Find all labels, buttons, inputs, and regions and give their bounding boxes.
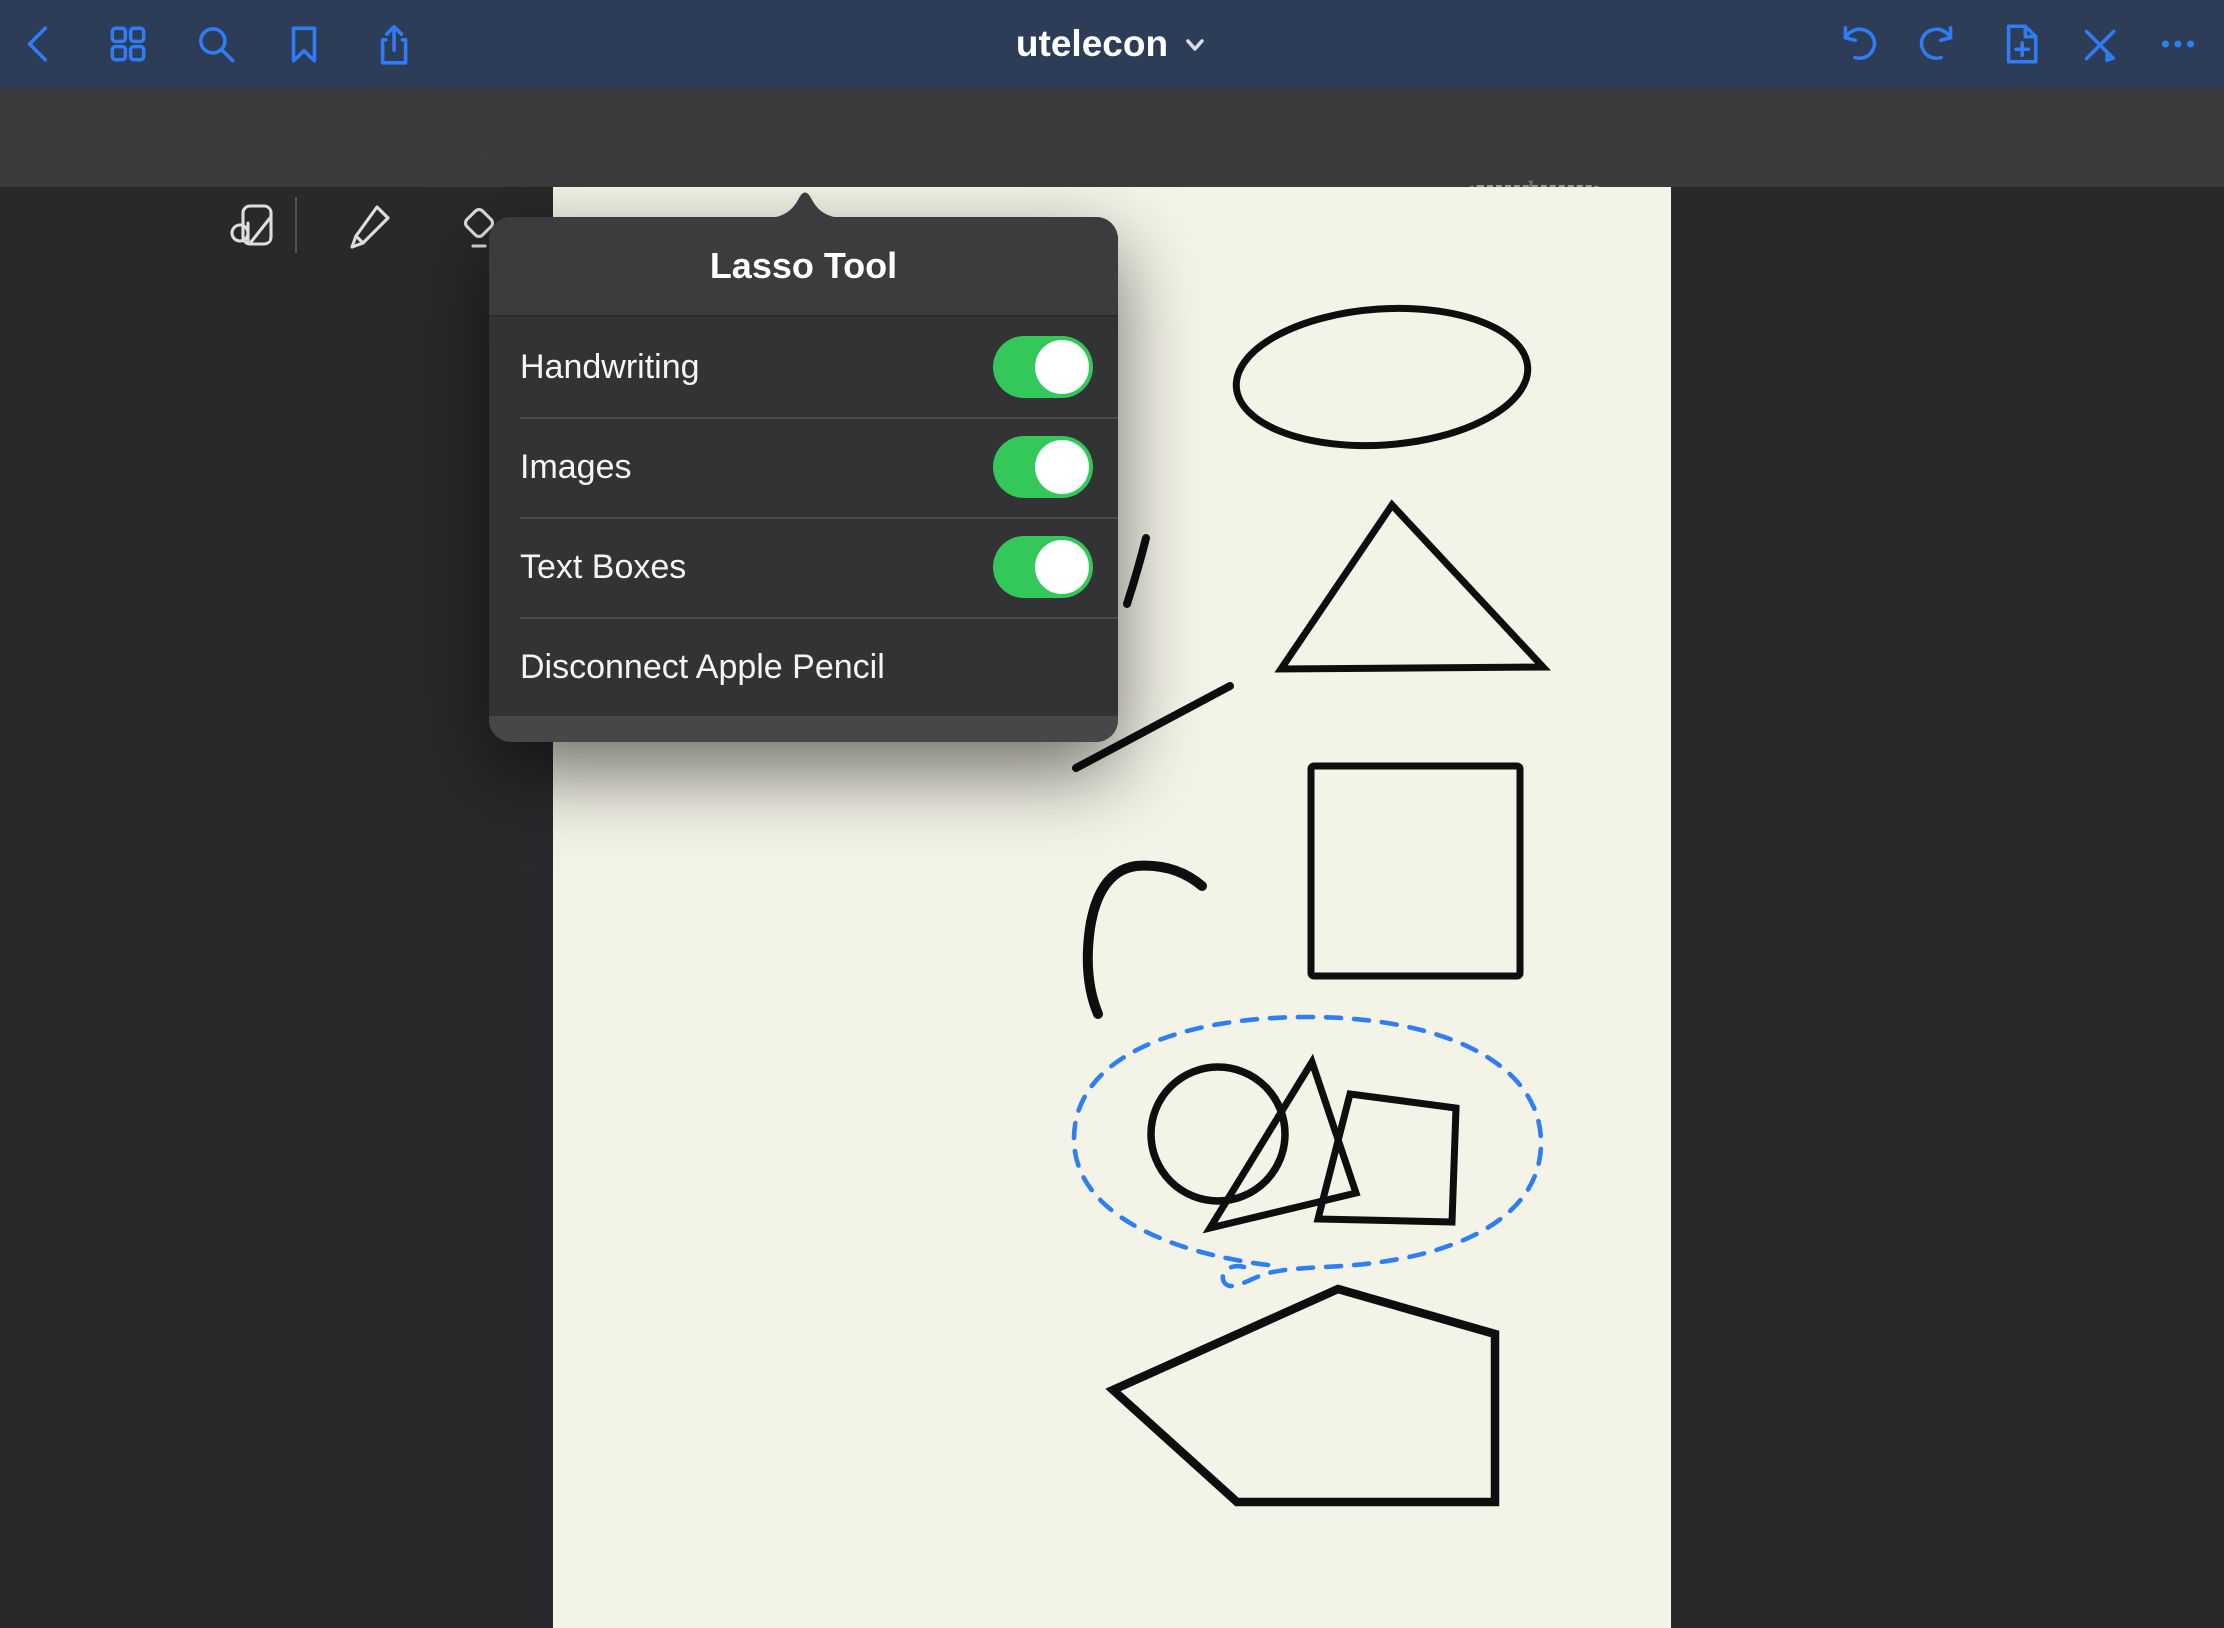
pen-tool[interactable] [342,197,398,253]
bookmark-icon [281,21,327,67]
readonly-mode-button[interactable] [2074,20,2122,68]
images-label: Images [520,448,993,487]
disconnect-apple-pencil-button[interactable]: Disconnect Apple Pencil [489,617,1118,717]
bookmark-button[interactable] [280,20,328,68]
drawn-ellipse[interactable] [1232,299,1533,455]
document-title: utelecon [1016,23,1168,65]
drawn-tilted-square[interactable] [1318,1094,1456,1222]
undo-button[interactable] [1834,20,1882,68]
nav-right-group [1834,0,2202,88]
popover-footer-strip [489,716,1118,742]
nav-left-group [16,0,416,88]
tool-bar: abc ~~~~~ [0,88,2224,187]
undo-icon [1835,21,1881,67]
toggle-row-handwriting: Handwriting [489,317,1118,417]
ellipsis-icon [2155,21,2201,67]
chevron-down-icon [1182,31,1208,57]
lasso-tool-popover: Lasso Tool Handwriting Images Text Boxes… [489,217,1118,742]
chevron-left-icon [17,21,63,67]
drawn-square[interactable] [1311,766,1520,976]
toggle-row-images: Images [489,417,1118,517]
images-toggle[interactable] [993,436,1093,498]
drawn-pentagon[interactable] [1113,1289,1495,1502]
search-button[interactable] [192,20,240,68]
drawn-large-triangle[interactable] [1281,505,1543,669]
toggle-knob [1035,340,1089,394]
document-title-menu[interactable]: utelecon [1016,0,1208,88]
toolbar-divider [295,197,297,253]
lasso-selection-loop[interactable] [1074,1017,1541,1286]
search-icon [193,21,239,67]
crossed-pencil-icon [2075,21,2121,67]
back-button[interactable] [16,20,64,68]
text-boxes-toggle[interactable] [993,536,1093,598]
thumbnails-button[interactable] [104,20,152,68]
drawn-hook-curve[interactable] [1088,866,1202,1014]
add-page-button[interactable] [1994,20,2042,68]
handwriting-toggle[interactable] [993,336,1093,398]
disconnect-apple-pencil-label: Disconnect Apple Pencil [520,648,1093,687]
popover-title: Lasso Tool [710,245,897,287]
writing-aid-icon [227,197,283,253]
pen-icon [342,197,398,253]
writing-aid-tool[interactable] [227,197,283,253]
toggle-knob [1035,440,1089,494]
text-boxes-label: Text Boxes [520,548,993,587]
grid-icon [105,21,151,67]
app-screen: utelecon [0,0,2224,1628]
toggle-knob [1035,540,1089,594]
more-button[interactable] [2154,20,2202,68]
popover-arrow [765,190,845,218]
drawn-short-stroke[interactable] [1127,538,1146,604]
redo-icon [1915,21,1961,67]
redo-button[interactable] [1914,20,1962,68]
handwriting-label: Handwriting [520,348,993,387]
share-icon [369,21,415,67]
popover-header: Lasso Tool [489,217,1118,317]
share-button[interactable] [368,20,416,68]
nav-bar: utelecon [0,0,2224,88]
add-page-icon [1995,21,2041,67]
toggle-row-text-boxes: Text Boxes [489,517,1118,617]
